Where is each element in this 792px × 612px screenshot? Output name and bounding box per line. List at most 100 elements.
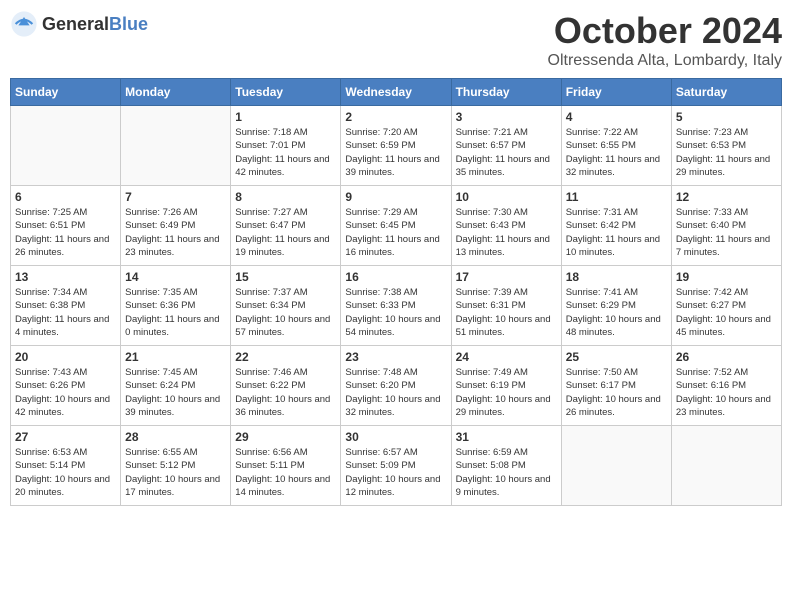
- logo: GeneralBlue: [10, 10, 148, 38]
- day-number: 4: [566, 110, 667, 124]
- day-number: 26: [676, 350, 777, 364]
- day-number: 10: [456, 190, 557, 204]
- day-number: 11: [566, 190, 667, 204]
- day-info: Sunrise: 7:29 AMSunset: 6:45 PMDaylight:…: [345, 206, 446, 259]
- day-number: 29: [235, 430, 336, 444]
- day-cell: 10 Sunrise: 7:30 AMSunset: 6:43 PMDayligh…: [451, 186, 561, 266]
- day-info: Sunrise: 6:53 AMSunset: 5:14 PMDaylight:…: [15, 446, 116, 499]
- day-number: 27: [15, 430, 116, 444]
- day-info: Sunrise: 7:25 AMSunset: 6:51 PMDaylight:…: [15, 206, 116, 259]
- day-number: 1: [235, 110, 336, 124]
- day-cell: 3 Sunrise: 7:21 AMSunset: 6:57 PMDaylight…: [451, 106, 561, 186]
- logo-icon: [10, 10, 38, 38]
- day-info: Sunrise: 7:50 AMSunset: 6:17 PMDaylight:…: [566, 366, 667, 419]
- weekday-header-tuesday: Tuesday: [231, 79, 341, 106]
- day-info: Sunrise: 7:22 AMSunset: 6:55 PMDaylight:…: [566, 126, 667, 179]
- day-cell: 20Sunrise: 7:43 AMSunset: 6:26 PMDayligh…: [11, 346, 121, 426]
- day-info: Sunrise: 7:21 AMSunset: 6:57 PMDaylight:…: [456, 126, 557, 179]
- week-row-4: 20Sunrise: 7:43 AMSunset: 6:26 PMDayligh…: [11, 346, 782, 426]
- day-number: 19: [676, 270, 777, 284]
- day-cell: 7 Sunrise: 7:26 AMSunset: 6:49 PMDaylight…: [121, 186, 231, 266]
- day-info: Sunrise: 7:26 AMSunset: 6:49 PMDaylight:…: [125, 206, 226, 259]
- week-row-3: 13 Sunrise: 7:34 AMSunset: 6:38 PMDayligh…: [11, 266, 782, 346]
- day-cell: 9 Sunrise: 7:29 AMSunset: 6:45 PMDaylight…: [341, 186, 451, 266]
- day-cell: 14 Sunrise: 7:35 AMSunset: 6:36 PMDayligh…: [121, 266, 231, 346]
- day-info: Sunrise: 7:33 AMSunset: 6:40 PMDaylight:…: [676, 206, 777, 259]
- day-cell: 26Sunrise: 7:52 AMSunset: 6:16 PMDayligh…: [671, 346, 781, 426]
- weekday-header-monday: Monday: [121, 79, 231, 106]
- day-cell: 18Sunrise: 7:41 AMSunset: 6:29 PMDayligh…: [561, 266, 671, 346]
- day-cell: 13 Sunrise: 7:34 AMSunset: 6:38 PMDayligh…: [11, 266, 121, 346]
- day-number: 25: [566, 350, 667, 364]
- day-cell: 24 Sunrise: 7:49 AMSunset: 6:19 PMDayligh…: [451, 346, 561, 426]
- day-cell: 11 Sunrise: 7:31 AMSunset: 6:42 PMDayligh…: [561, 186, 671, 266]
- day-number: 21: [125, 350, 226, 364]
- day-number: 5: [676, 110, 777, 124]
- weekday-header-sunday: Sunday: [11, 79, 121, 106]
- day-cell: 21Sunrise: 7:45 AMSunset: 6:24 PMDayligh…: [121, 346, 231, 426]
- day-info: Sunrise: 7:37 AMSunset: 6:34 PMDaylight:…: [235, 286, 336, 339]
- day-cell: 16Sunrise: 7:38 AMSunset: 6:33 PMDayligh…: [341, 266, 451, 346]
- day-info: Sunrise: 7:30 AMSunset: 6:43 PMDaylight:…: [456, 206, 557, 259]
- weekday-header-row: SundayMondayTuesdayWednesdayThursdayFrid…: [11, 79, 782, 106]
- day-info: Sunrise: 7:41 AMSunset: 6:29 PMDaylight:…: [566, 286, 667, 339]
- day-cell: 17 Sunrise: 7:39 AMSunset: 6:31 PMDayligh…: [451, 266, 561, 346]
- day-cell: 1 Sunrise: 7:18 AMSunset: 7:01 PMDaylight…: [231, 106, 341, 186]
- day-cell: [561, 426, 671, 506]
- day-cell: 2 Sunrise: 7:20 AMSunset: 6:59 PMDaylight…: [341, 106, 451, 186]
- calendar-table: SundayMondayTuesdayWednesdayThursdayFrid…: [10, 78, 782, 506]
- day-number: 30: [345, 430, 446, 444]
- day-info: Sunrise: 6:56 AMSunset: 5:11 PMDaylight:…: [235, 446, 336, 499]
- day-info: Sunrise: 7:46 AMSunset: 6:22 PMDaylight:…: [235, 366, 336, 419]
- day-info: Sunrise: 6:59 AMSunset: 5:08 PMDaylight:…: [456, 446, 557, 499]
- day-info: Sunrise: 7:35 AMSunset: 6:36 PMDaylight:…: [125, 286, 226, 339]
- day-info: Sunrise: 7:31 AMSunset: 6:42 PMDaylight:…: [566, 206, 667, 259]
- day-info: Sunrise: 7:43 AMSunset: 6:26 PMDaylight:…: [15, 366, 116, 419]
- day-cell: 6 Sunrise: 7:25 AMSunset: 6:51 PMDaylight…: [11, 186, 121, 266]
- day-cell: 8Sunrise: 7:27 AMSunset: 6:47 PMDaylight…: [231, 186, 341, 266]
- day-cell: [671, 426, 781, 506]
- day-cell: [121, 106, 231, 186]
- day-cell: 31Sunrise: 6:59 AMSunset: 5:08 PMDayligh…: [451, 426, 561, 506]
- day-cell: 5 Sunrise: 7:23 AMSunset: 6:53 PMDaylight…: [671, 106, 781, 186]
- day-cell: 22Sunrise: 7:46 AMSunset: 6:22 PMDayligh…: [231, 346, 341, 426]
- title-block: October 2024 Oltressenda Alta, Lombardy,…: [548, 10, 782, 70]
- day-info: Sunrise: 7:34 AMSunset: 6:38 PMDaylight:…: [15, 286, 116, 339]
- page-header: GeneralBlue October 2024 Oltressenda Alt…: [10, 10, 782, 70]
- day-number: 24: [456, 350, 557, 364]
- day-cell: 23 Sunrise: 7:48 AMSunset: 6:20 PMDayligh…: [341, 346, 451, 426]
- day-info: Sunrise: 7:18 AMSunset: 7:01 PMDaylight:…: [235, 126, 336, 179]
- weekday-header-friday: Friday: [561, 79, 671, 106]
- day-cell: 12 Sunrise: 7:33 AMSunset: 6:40 PMDayligh…: [671, 186, 781, 266]
- day-info: Sunrise: 7:23 AMSunset: 6:53 PMDaylight:…: [676, 126, 777, 179]
- day-number: 3: [456, 110, 557, 124]
- day-number: 17: [456, 270, 557, 284]
- day-info: Sunrise: 7:20 AMSunset: 6:59 PMDaylight:…: [345, 126, 446, 179]
- day-cell: 30Sunrise: 6:57 AMSunset: 5:09 PMDayligh…: [341, 426, 451, 506]
- weekday-header-thursday: Thursday: [451, 79, 561, 106]
- day-number: 23: [345, 350, 446, 364]
- day-cell: 15Sunrise: 7:37 AMSunset: 6:34 PMDayligh…: [231, 266, 341, 346]
- day-number: 13: [15, 270, 116, 284]
- location-title: Oltressenda Alta, Lombardy, Italy: [548, 52, 782, 70]
- day-info: Sunrise: 7:27 AMSunset: 6:47 PMDaylight:…: [235, 206, 336, 259]
- day-cell: 19 Sunrise: 7:42 AMSunset: 6:27 PMDayligh…: [671, 266, 781, 346]
- week-row-1: 1 Sunrise: 7:18 AMSunset: 7:01 PMDaylight…: [11, 106, 782, 186]
- logo-text: GeneralBlue: [42, 14, 148, 35]
- day-number: 9: [345, 190, 446, 204]
- day-cell: 27 Sunrise: 6:53 AMSunset: 5:14 PMDayligh…: [11, 426, 121, 506]
- day-cell: 25 Sunrise: 7:50 AMSunset: 6:17 PMDayligh…: [561, 346, 671, 426]
- day-info: Sunrise: 7:42 AMSunset: 6:27 PMDaylight:…: [676, 286, 777, 339]
- day-number: 14: [125, 270, 226, 284]
- day-number: 6: [15, 190, 116, 204]
- week-row-5: 27 Sunrise: 6:53 AMSunset: 5:14 PMDayligh…: [11, 426, 782, 506]
- day-number: 2: [345, 110, 446, 124]
- day-number: 12: [676, 190, 777, 204]
- day-cell: 29 Sunrise: 6:56 AMSunset: 5:11 PMDayligh…: [231, 426, 341, 506]
- day-cell: 4 Sunrise: 7:22 AMSunset: 6:55 PMDaylight…: [561, 106, 671, 186]
- day-cell: 28Sunrise: 6:55 AMSunset: 5:12 PMDayligh…: [121, 426, 231, 506]
- day-info: Sunrise: 7:49 AMSunset: 6:19 PMDaylight:…: [456, 366, 557, 419]
- day-info: Sunrise: 7:39 AMSunset: 6:31 PMDaylight:…: [456, 286, 557, 339]
- day-info: Sunrise: 7:48 AMSunset: 6:20 PMDaylight:…: [345, 366, 446, 419]
- day-number: 7: [125, 190, 226, 204]
